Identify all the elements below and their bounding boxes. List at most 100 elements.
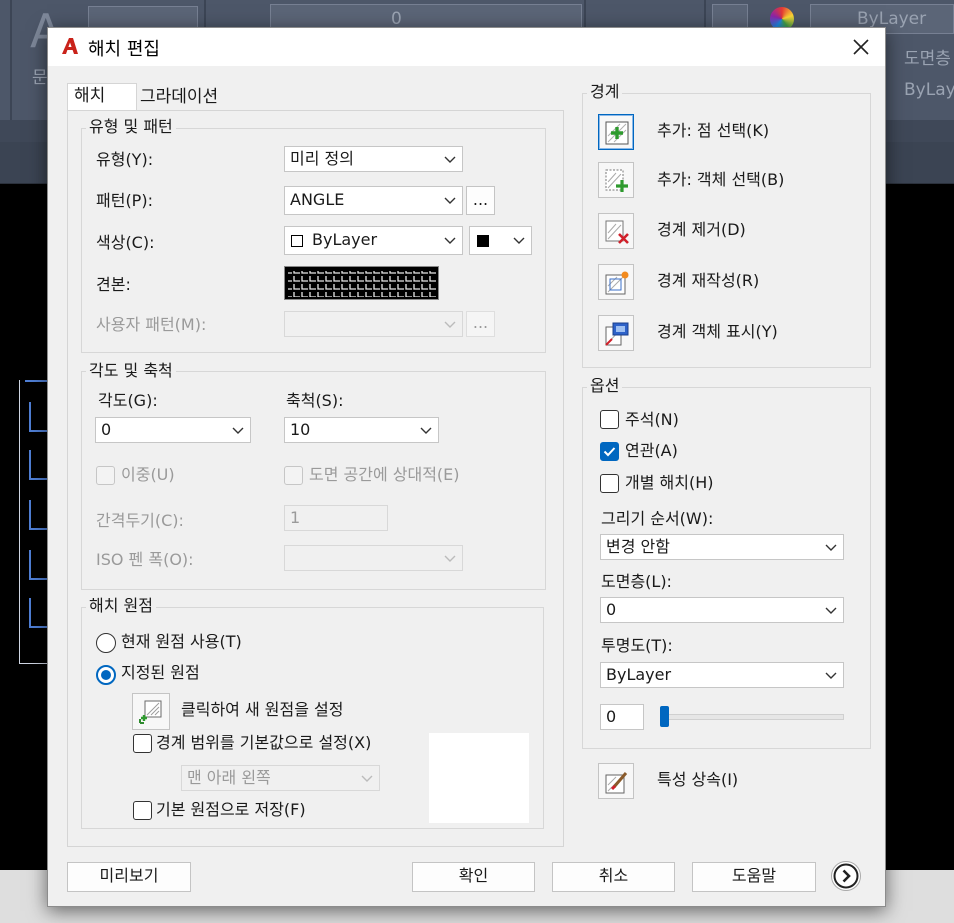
iso-pen-width-label: ISO 펜 폭(O):	[96, 550, 194, 569]
options-group-label: 옵션	[587, 376, 623, 396]
default-extents-checkbox[interactable]	[133, 734, 152, 753]
background-color-dropdown[interactable]	[469, 226, 532, 255]
transparency-value: ByLayer	[606, 665, 672, 684]
add-pick-points-icon	[605, 121, 629, 145]
chevron-down-icon	[444, 156, 456, 163]
chevron-down-icon	[361, 775, 373, 782]
angle-scale-group-label: 각도 및 축척	[86, 361, 176, 381]
hatch-edit-dialog: 해치 편집 해치 그라데이션 유형 및 패턴 유형(Y): 미리 정의 패턴(P…	[47, 27, 886, 907]
associative-checkbox[interactable]	[600, 442, 619, 461]
custom-pattern-dropdown[interactable]	[284, 311, 463, 337]
relative-paper-space-label: 도면 공간에 상대적(E)	[309, 465, 460, 484]
angle-dropdown[interactable]: 0	[95, 417, 251, 443]
add-select-objects-button[interactable]	[598, 162, 634, 198]
angle-value: 0	[101, 420, 112, 439]
recreate-boundary-button[interactable]	[598, 264, 634, 300]
chevron-down-icon	[444, 555, 456, 562]
origin-position-dropdown[interactable]: 맨 아래 왼쪽	[181, 765, 380, 791]
specified-origin-radio[interactable]	[96, 665, 116, 685]
angle-pattern-swatch	[288, 271, 437, 297]
inherit-properties-icon	[605, 772, 628, 794]
pattern-dropdown[interactable]: ANGLE	[284, 186, 463, 215]
spacing-input[interactable]: 1	[284, 505, 388, 531]
remove-boundaries-button[interactable]	[598, 213, 634, 249]
add-select-objects-icon	[605, 169, 628, 192]
layer-dropdown[interactable]: 0	[600, 597, 844, 623]
specified-origin-label: 지정된 원점	[121, 663, 200, 682]
recreate-boundary-label: 경계 재작성(R)	[657, 271, 760, 290]
type-dropdown[interactable]: 미리 정의	[284, 146, 463, 172]
pattern-label: 패턴(P):	[96, 191, 153, 210]
spacing-label: 간격두기(C):	[96, 511, 184, 530]
pattern-browse-button[interactable]: ...	[466, 186, 495, 215]
angle-label: 각도(G):	[98, 391, 158, 410]
chevron-down-icon	[444, 197, 456, 204]
remove-boundaries-label: 경계 제거(D)	[657, 220, 746, 239]
relative-paper-space-checkbox[interactable]	[284, 466, 303, 485]
draw-order-value: 변경 안함	[606, 537, 670, 556]
view-boundary-objects-icon	[605, 322, 629, 346]
chevron-right-circle-icon	[833, 863, 859, 889]
double-label: 이중(U)	[121, 465, 175, 484]
ok-button[interactable]: 확인	[412, 862, 535, 892]
click-set-origin-button[interactable]	[132, 693, 170, 730]
annotative-label: 주석(N)	[625, 410, 679, 429]
tab-gradient[interactable]: 그라데이션	[134, 85, 224, 111]
color-label: 색상(C):	[96, 233, 155, 252]
hatch-origin-group-label: 해치 원점	[86, 596, 156, 616]
inherit-properties-label: 특성 상속(I)	[657, 770, 739, 789]
preview-button[interactable]: 미리보기	[67, 862, 191, 892]
layer-value: 0	[606, 600, 617, 619]
type-pattern-group-label: 유형 및 패턴	[86, 117, 176, 137]
double-checkbox[interactable]	[96, 466, 115, 485]
boundaries-group-label: 경계	[587, 82, 623, 102]
tab-hatch[interactable]: 해치	[67, 83, 137, 111]
transparency-slider-track[interactable]	[660, 714, 844, 720]
more-options-button[interactable]	[831, 861, 861, 891]
close-button[interactable]	[844, 30, 878, 64]
cancel-button[interactable]: 취소	[552, 862, 675, 892]
chevron-down-icon	[444, 237, 456, 244]
checkmark-icon	[603, 447, 616, 457]
chevron-down-icon	[513, 237, 525, 244]
chevron-down-icon	[232, 427, 244, 434]
draw-order-dropdown[interactable]: 변경 안함	[600, 534, 844, 560]
use-current-origin-radio[interactable]	[96, 633, 116, 653]
transparency-slider-thumb[interactable]	[660, 706, 669, 727]
store-default-origin-checkbox[interactable]	[133, 801, 152, 820]
custom-pattern-browse-button[interactable]: ...	[466, 311, 495, 337]
chevron-down-icon	[420, 427, 432, 434]
sample-label: 견본:	[96, 275, 131, 294]
draw-order-label: 그리기 순서(W):	[601, 509, 714, 528]
type-label: 유형(Y):	[96, 150, 154, 169]
hatch-sample-preview[interactable]	[284, 266, 439, 300]
chevron-down-icon	[444, 321, 456, 328]
add-pick-points-label: 추가: 점 선택(K)	[657, 121, 770, 140]
store-default-origin-label: 기본 원점으로 저장(F)	[156, 800, 306, 819]
dialog-titlebar[interactable]: 해치 편집	[48, 28, 885, 66]
app-layer-value: 0	[391, 9, 402, 29]
app-layer-hint: 도면층	[904, 49, 951, 69]
annotative-checkbox[interactable]	[600, 410, 619, 429]
inherit-properties-button[interactable]	[598, 763, 634, 799]
color-dropdown[interactable]: ByLayer	[284, 226, 463, 255]
iso-pen-width-dropdown[interactable]	[284, 545, 463, 571]
chevron-down-icon	[825, 607, 837, 614]
color-value: ByLayer	[312, 230, 378, 249]
app-dim-tools[interactable]	[88, 6, 198, 28]
scale-dropdown[interactable]: 10	[284, 417, 439, 443]
transparency-value-input[interactable]: 0	[600, 704, 644, 730]
chevron-down-icon	[825, 544, 837, 551]
add-pick-points-button[interactable]	[598, 114, 634, 150]
custom-pattern-label: 사용자 패턴(M):	[96, 315, 207, 334]
separate-hatches-checkbox[interactable]	[600, 474, 619, 493]
tab-hatch-label: 해치	[74, 86, 106, 106]
app-color-value: ByLayer	[857, 9, 927, 29]
help-button[interactable]: 도움말	[692, 862, 816, 892]
scale-label: 축척(S):	[286, 391, 344, 410]
view-boundary-objects-button[interactable]	[598, 315, 634, 351]
origin-preview-box	[429, 733, 529, 823]
layer-label: 도면층(L):	[601, 572, 672, 591]
origin-position-value: 맨 아래 왼쪽	[187, 768, 271, 787]
transparency-dropdown[interactable]: ByLayer	[600, 662, 844, 688]
